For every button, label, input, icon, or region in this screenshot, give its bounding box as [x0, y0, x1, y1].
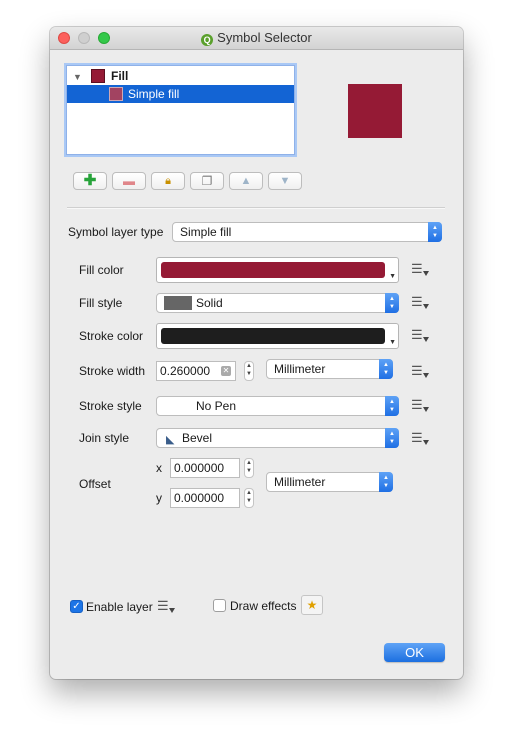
draw-effects-checkbox[interactable]: [213, 599, 226, 612]
tree-item-label: Fill: [111, 69, 129, 83]
tree-item-fill[interactable]: ▼ Fill: [67, 67, 294, 85]
data-defined-override-icon[interactable]: ☰: [157, 598, 177, 616]
join-style-select[interactable]: ◣ Bevel ▲ ▼: [156, 428, 399, 448]
bevel-join-icon: ◣: [166, 434, 175, 446]
chevron-updown-icon: ▲ ▼: [379, 359, 393, 379]
symbol-layer-type-value: Simple fill: [180, 225, 232, 239]
join-style-label: Join style: [79, 431, 130, 445]
title-bar: Q Symbol Selector: [50, 27, 463, 50]
duplicate-layer-button[interactable]: ❐: [190, 172, 224, 190]
offset-y-value: 0.000000: [174, 491, 225, 505]
offset-x-stepper[interactable]: ▲ ▼: [244, 458, 254, 478]
data-defined-override-icon[interactable]: ☰: [411, 430, 431, 448]
chevron-updown-icon: ▲ ▼: [385, 428, 399, 448]
qgis-logo-icon: Q: [201, 34, 214, 46]
data-defined-override-icon[interactable]: ☰: [411, 327, 431, 345]
enable-layer-label[interactable]: Enable layer: [86, 600, 153, 614]
stroke-color-button[interactable]: ▼: [156, 323, 399, 349]
move-up-button[interactable]: ▲: [229, 172, 263, 190]
add-layer-icon: ✚: [83, 172, 97, 189]
stroke-color-label: Stroke color: [79, 329, 144, 343]
dropdown-arrow-icon: ▼: [389, 339, 396, 346]
symbol-layer-type-select[interactable]: Simple fill ▲ ▼: [172, 222, 442, 242]
data-defined-override-icon[interactable]: ☰: [411, 261, 431, 279]
tree-item-simple-fill[interactable]: Simple fill: [67, 85, 294, 103]
star-icon: ★: [306, 598, 318, 612]
data-defined-override-icon[interactable]: ☰: [411, 363, 431, 381]
stroke-width-unit-select[interactable]: Millimeter ▲ ▼: [266, 359, 393, 379]
clear-icon[interactable]: ✕: [221, 366, 231, 376]
stroke-style-value: No Pen: [196, 399, 237, 413]
window-title: Symbol Selector: [217, 30, 312, 45]
offset-x-input[interactable]: 0.000000: [170, 458, 240, 478]
expand-triangle-icon[interactable]: ▼: [73, 68, 82, 86]
data-defined-override-icon[interactable]: ☰: [411, 397, 431, 415]
offset-y-label: y: [156, 491, 162, 505]
stroke-color-swatch: [161, 328, 385, 344]
stroke-style-label: Stroke style: [79, 399, 142, 413]
symbol-layer-tree[interactable]: ▼ Fill Simple fill: [66, 65, 295, 155]
tree-item-label: Simple fill: [128, 87, 180, 101]
stroke-width-label: Stroke width: [79, 364, 146, 378]
fill-swatch-icon: [91, 69, 105, 83]
chevron-updown-icon: ▲ ▼: [428, 222, 442, 242]
fill-style-label: Fill style: [79, 296, 123, 310]
fill-color-label: Fill color: [79, 263, 124, 277]
window-title-area: Q Symbol Selector: [50, 30, 463, 46]
fill-color-swatch: [161, 262, 385, 278]
offset-y-input[interactable]: 0.000000: [170, 488, 240, 508]
move-down-button[interactable]: ▼: [268, 172, 302, 190]
fill-style-value: Solid: [196, 296, 223, 310]
offset-x-label: x: [156, 461, 162, 475]
lock-layer-icon: 🔒︎: [165, 175, 171, 187]
add-layer-button[interactable]: ✚: [73, 172, 107, 190]
chevron-updown-icon: ▲ ▼: [379, 472, 393, 492]
remove-layer-button[interactable]: ▬: [112, 172, 146, 190]
move-down-icon: ▼: [279, 175, 291, 187]
stroke-style-select[interactable]: No Pen ▲ ▼: [156, 396, 399, 416]
fill-color-button[interactable]: ▼: [156, 257, 399, 283]
divider: [67, 207, 445, 209]
chevron-updown-icon: ▲ ▼: [385, 396, 399, 416]
offset-y-stepper[interactable]: ▲ ▼: [244, 488, 254, 508]
draw-effects-label[interactable]: Draw effects: [230, 599, 296, 613]
enable-layer-checkbox[interactable]: ✓: [70, 600, 83, 613]
simple-fill-swatch-icon: [109, 87, 123, 101]
effects-settings-button[interactable]: ★: [301, 595, 323, 615]
data-defined-override-icon[interactable]: ☰: [411, 294, 431, 312]
symbol-layer-type-label: Symbol layer type: [68, 225, 164, 239]
ok-button[interactable]: OK: [384, 643, 445, 662]
duplicate-layer-icon: ❐: [201, 174, 213, 188]
stroke-width-input[interactable]: 0.260000 ✕: [156, 361, 236, 381]
chevron-updown-icon: ▲ ▼: [385, 293, 399, 313]
dropdown-arrow-icon: ▼: [389, 273, 396, 280]
stroke-width-value: 0.260000: [160, 364, 211, 378]
lock-layer-button[interactable]: 🔒︎: [151, 172, 185, 190]
stroke-width-unit-value: Millimeter: [274, 362, 326, 376]
fill-style-select[interactable]: Solid ▲ ▼: [156, 293, 399, 313]
stroke-width-stepper[interactable]: ▲ ▼: [244, 361, 254, 381]
symbol-selector-dialog: Q Symbol Selector ▼ Fill Simple fill ✚ ▬ …: [50, 27, 463, 679]
solid-pattern-icon: [164, 296, 192, 310]
remove-layer-icon: ▬: [123, 174, 135, 188]
join-style-value: Bevel: [182, 431, 213, 445]
offset-label: Offset: [79, 477, 111, 491]
move-up-icon: ▲: [240, 175, 252, 187]
offset-unit-select[interactable]: Millimeter ▲ ▼: [266, 472, 393, 492]
symbol-preview: [348, 84, 402, 138]
offset-x-value: 0.000000: [174, 461, 225, 475]
offset-unit-value: Millimeter: [274, 475, 326, 489]
